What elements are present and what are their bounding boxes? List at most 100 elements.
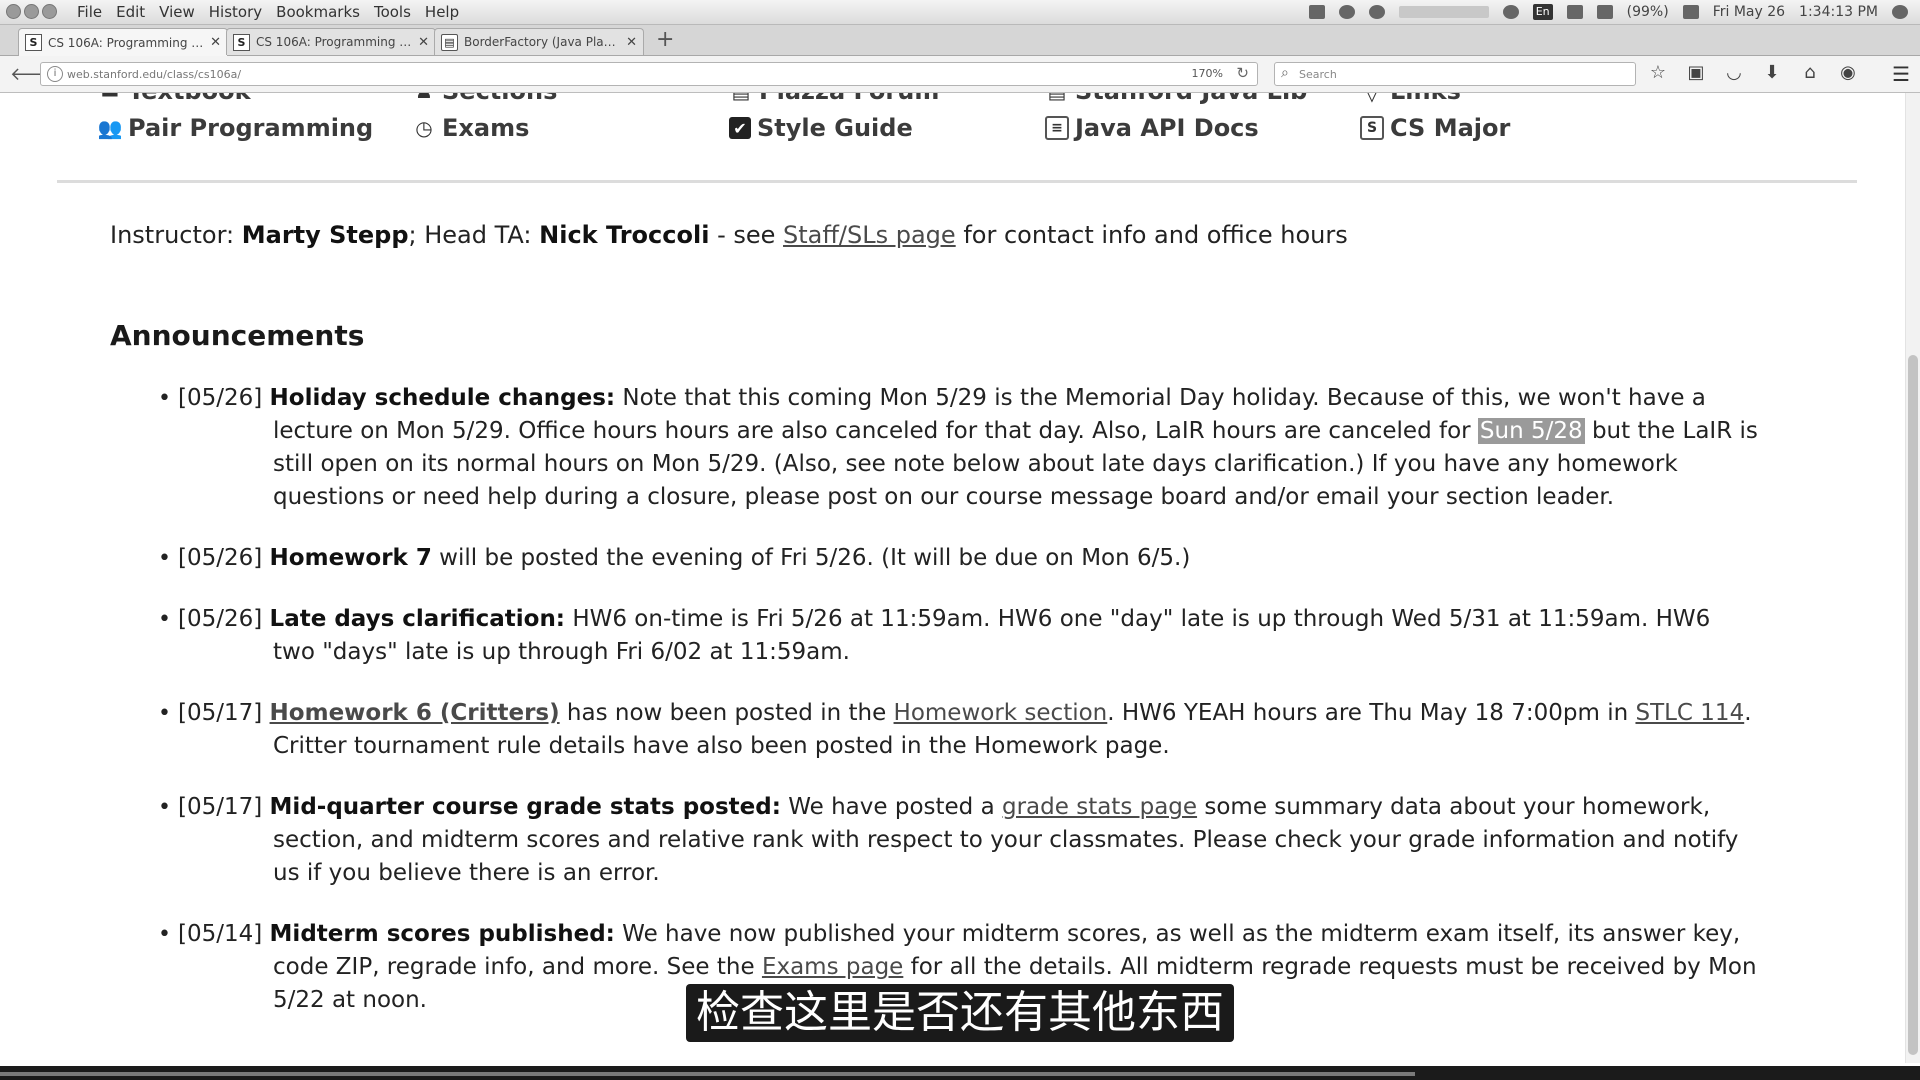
subtitle-text: 检查这里是否还有其他东西 xyxy=(686,984,1234,1042)
site-info-icon[interactable]: i xyxy=(47,66,63,82)
course-links-row-2: 👥 Pair Programming ◷ Exams ✔ Style Guide ≡ J… xyxy=(0,114,1900,148)
battery-percent: (99%) xyxy=(1626,4,1669,20)
search-placeholder: Search xyxy=(1299,68,1337,81)
page-content: ▬Textbook ♟Sections ▤Piazza Forum ▤Stanf… xyxy=(0,93,1920,1063)
stlc114-link[interactable]: STLC 114 xyxy=(1635,700,1744,726)
camera-icon[interactable] xyxy=(1308,5,1325,19)
link-cs-major[interactable]: S CS Major xyxy=(1360,114,1510,142)
announcements-list: [05/26] Holiday schedule changes: Note t… xyxy=(158,382,1758,1045)
clock-date[interactable]: Fri May 26 xyxy=(1713,4,1785,20)
announcement-item: [05/26] Homework 7 will be posted the ev… xyxy=(158,542,1758,575)
search-bar[interactable]: ⌕ Search xyxy=(1274,62,1636,86)
close-tab-icon[interactable]: ✕ xyxy=(626,35,637,50)
menu-history[interactable]: History xyxy=(202,2,269,22)
link-pair-programming[interactable]: 👥 Pair Programming xyxy=(97,114,374,142)
section-divider xyxy=(57,180,1857,183)
link-java-api-docs[interactable]: ≡ Java API Docs xyxy=(1045,114,1259,142)
menu-help[interactable]: Help xyxy=(418,2,466,22)
tab-title: CS 106A: Programming Met… xyxy=(256,35,412,49)
new-tab-button[interactable]: + xyxy=(656,27,674,53)
announcement-item: [05/17] Mid-quarter course grade stats p… xyxy=(158,791,1758,890)
people-icon: ♟ xyxy=(412,93,436,103)
s-logo-icon: S xyxy=(1360,116,1384,140)
tab-borderfactory[interactable]: ▤ BorderFactory (Java Platfor… ✕ xyxy=(434,28,644,55)
reading-list-icon[interactable]: ▣ xyxy=(1684,62,1708,83)
checkbox-icon: ✔ xyxy=(729,117,751,139)
tab-cs106a-1[interactable]: S CS 106A: Programming Met… ✕ xyxy=(18,28,228,56)
close-tab-icon[interactable]: ✕ xyxy=(418,35,429,50)
link-textbook[interactable]: ▬Textbook xyxy=(98,93,251,105)
instructor-line: Instructor: Marty Stepp; Head TA: Nick T… xyxy=(110,221,1348,249)
zoom-indicator[interactable]: 170% xyxy=(1192,67,1223,80)
vertical-scrollbar[interactable] xyxy=(1905,93,1920,1063)
hamburger-menu-icon[interactable]: ☰ xyxy=(1892,62,1910,86)
link-sections[interactable]: ♟Sections xyxy=(412,93,557,105)
stanford-favicon-icon: S xyxy=(233,33,250,51)
tab-title: CS 106A: Programming Met… xyxy=(48,35,204,50)
pocket-icon[interactable]: ◡ xyxy=(1722,62,1746,83)
announcements-heading: Announcements xyxy=(110,319,365,352)
url-text[interactable]: web.stanford.edu/class/cs106a/ xyxy=(67,68,241,81)
wifi-icon[interactable] xyxy=(1502,5,1519,19)
menu-edit[interactable]: Edit xyxy=(109,2,152,22)
tray-blurred-area xyxy=(1398,6,1489,18)
maximize-window-icon[interactable] xyxy=(42,4,57,19)
bookmark-star-icon[interactable]: ☆ xyxy=(1646,62,1670,83)
os-menu-bar: File Edit View History Bookmarks Tools H… xyxy=(0,0,1920,25)
homework6-link[interactable]: Homework 6 (Critters) xyxy=(270,700,560,726)
announcement-item: [05/26] Holiday schedule changes: Note t… xyxy=(158,382,1758,514)
tab-title: BorderFactory (Java Platfor… xyxy=(464,35,621,49)
link-style-guide[interactable]: ✔ Style Guide xyxy=(729,114,913,142)
instructor-name: Marty Stepp xyxy=(241,221,409,249)
reload-icon[interactable]: ↻ xyxy=(1236,64,1249,82)
battery-icon[interactable] xyxy=(1596,5,1613,19)
menu-bookmarks[interactable]: Bookmarks xyxy=(269,2,367,22)
homework-section-link[interactable]: Homework section xyxy=(894,700,1108,726)
keyboard-layout-indicator[interactable]: En xyxy=(1532,4,1553,20)
link-exams[interactable]: ◷ Exams xyxy=(412,114,529,142)
staff-page-link[interactable]: Staff/SLs page xyxy=(783,221,956,249)
people-icon: 👥 xyxy=(97,116,123,140)
stanford-favicon-icon: S xyxy=(25,34,42,51)
announcement-item: [05/26] Late days clarification: HW6 on-… xyxy=(158,603,1758,669)
url-bar[interactable]: i web.stanford.edu/class/cs106a/ 170% ↻ xyxy=(40,62,1258,86)
selected-text-highlight[interactable]: Sun 5/28 xyxy=(1477,418,1585,444)
link-links[interactable]: ◊Links xyxy=(1360,93,1461,105)
minimize-window-icon[interactable] xyxy=(24,4,39,19)
download-icon[interactable]: ⬇ xyxy=(1760,62,1784,83)
home-icon[interactable]: ⌂ xyxy=(1798,62,1822,83)
link-piazza-forum[interactable]: ▤Piazza Forum xyxy=(729,93,940,105)
volume-icon[interactable] xyxy=(1682,5,1699,19)
scrollbar-thumb[interactable] xyxy=(1908,355,1918,1055)
head-ta-name: Nick Troccoli xyxy=(539,221,710,249)
close-tab-icon[interactable]: ✕ xyxy=(210,35,221,50)
link-stanford-java-lib[interactable]: ▤Stanford Java Lib xyxy=(1045,93,1308,105)
sync-icon[interactable] xyxy=(1338,5,1355,19)
video-progress-fill xyxy=(0,1072,1416,1076)
exams-page-link[interactable]: Exams page xyxy=(762,954,903,980)
browser-tab-strip: S CS 106A: Programming Met… ✕ S CS 106A:… xyxy=(0,25,1920,56)
menu-view[interactable]: View xyxy=(152,2,202,22)
menu-file[interactable]: File xyxy=(70,2,109,22)
browser-nav-bar: 🡐 i web.stanford.edu/class/cs106a/ 170% … xyxy=(0,56,1920,93)
close-window-icon[interactable] xyxy=(6,4,21,19)
book-icon: ▬ xyxy=(98,93,122,103)
tab-cs106a-2[interactable]: S CS 106A: Programming Met… ✕ xyxy=(226,28,436,55)
settings-gear-icon[interactable] xyxy=(1892,5,1908,19)
doc-icon: ≡ xyxy=(1045,116,1069,140)
link-icon: ◊ xyxy=(1360,93,1384,103)
app-menu: File Edit View History Bookmarks Tools H… xyxy=(70,2,466,22)
clock-icon: ◷ xyxy=(415,116,433,140)
vpn-icon[interactable] xyxy=(1368,5,1385,19)
forum-icon: ▤ xyxy=(729,93,753,103)
mail-icon[interactable] xyxy=(1566,5,1583,19)
extension-icon[interactable]: ◉ xyxy=(1836,62,1860,83)
video-progress-bar[interactable] xyxy=(0,1066,1920,1080)
search-icon: ⌕ xyxy=(1281,65,1289,81)
announcement-item: [05/17] Homework 6 (Critters) has now be… xyxy=(158,697,1758,763)
grade-stats-link[interactable]: grade stats page xyxy=(1002,794,1197,820)
toolbar-icons: ☆ ▣ ◡ ⬇ ⌂ ◉ xyxy=(1646,62,1860,83)
menu-tools[interactable]: Tools xyxy=(367,2,418,22)
clock-time[interactable]: 1:34:13 PM xyxy=(1799,4,1878,20)
video-subtitle: 检查这里是否还有其他东西 xyxy=(0,984,1920,1042)
